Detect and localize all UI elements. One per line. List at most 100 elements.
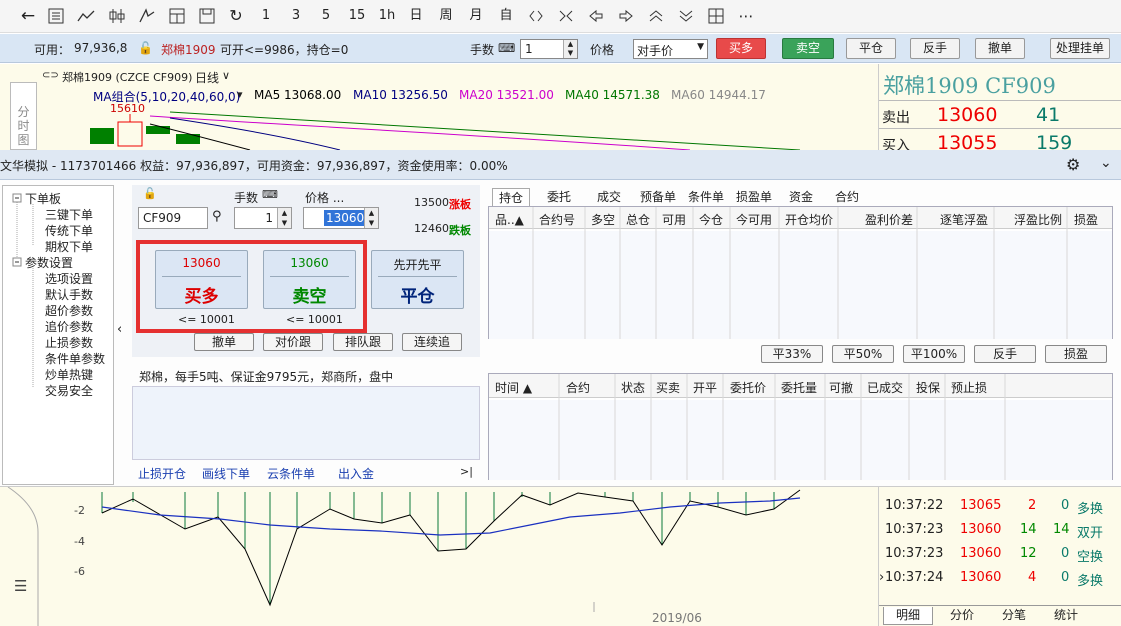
tab-trades[interactable]: 成交	[587, 188, 631, 206]
qty-stepper[interactable]: 1 ▲ ▼	[520, 39, 578, 59]
period-week[interactable]: 周	[436, 5, 456, 27]
qty-comment-icon[interactable]: ⌨	[262, 188, 278, 201]
collapse-left-icon[interactable]: ‹	[117, 322, 122, 337]
tree-over-price[interactable]: 超价参数	[45, 302, 93, 319]
indicator-chart[interactable]: -2 -4 -6 ☰ 2019/06	[0, 487, 880, 626]
qty-value: 1	[525, 42, 533, 56]
chevron-up-icon[interactable]	[646, 5, 666, 27]
tree-hotkeys[interactable]: 炒单热键	[45, 366, 93, 383]
tree-chase-price[interactable]: 追价参数	[45, 318, 93, 335]
candlestick-icon[interactable]	[106, 5, 128, 27]
close-button[interactable]: 平仓	[846, 38, 896, 59]
tab-detail[interactable]: 明细	[883, 607, 933, 625]
period-custom[interactable]: 自	[496, 5, 516, 27]
sell-short-button[interactable]: 卖空	[782, 38, 834, 59]
link-cloud-condition[interactable]: 云条件单	[267, 465, 315, 482]
draw-tool-icon[interactable]	[136, 5, 158, 27]
list-view-icon[interactable]	[46, 5, 66, 27]
tree-default-qty[interactable]: 默认手数	[45, 286, 93, 303]
arrow-left-icon[interactable]	[586, 5, 606, 27]
period-5[interactable]: 5	[316, 5, 336, 27]
tab-contracts[interactable]: 合约	[828, 188, 866, 206]
line-chart-icon[interactable]	[76, 5, 96, 27]
tree-stop-loss[interactable]: 止损参数	[45, 334, 93, 351]
collapse-icon[interactable]: ⌄	[1100, 155, 1112, 171]
kline-chart[interactable]: 分 时 图 ⊂⊃ 郑棉1909 (CZCE CF909) 日线 ∨ MA组合(5…	[0, 64, 880, 150]
comment-icon[interactable]: ⌨	[498, 41, 515, 55]
tab-orders[interactable]: 委托	[536, 188, 582, 206]
tab-price-dist[interactable]: 分价	[937, 607, 987, 625]
order-price-stepper[interactable]: 13060 ▲ ▼	[303, 207, 379, 229]
buy-long-big-button[interactable]: 13060 买多	[155, 250, 248, 309]
period-1h[interactable]: 1h	[376, 5, 398, 27]
more-icon[interactable]: ⋯	[734, 5, 758, 27]
tab-ticks[interactable]: 分笔	[989, 607, 1039, 625]
period-3[interactable]: 3	[286, 5, 306, 27]
search-icon[interactable]: ⚲	[212, 209, 222, 224]
close-big-button[interactable]: 先开先平 平仓	[371, 250, 464, 309]
lock-icon[interactable]: 🔓	[138, 41, 153, 55]
close-100-button[interactable]: 平100%	[903, 345, 965, 363]
close-33-button[interactable]: 平33%	[761, 345, 823, 363]
limit-down-label[interactable]: 跌板	[449, 222, 471, 238]
settings-gear-icon[interactable]: ⚙	[1066, 155, 1080, 174]
price-mode-select[interactable]: 对手价 ▼	[633, 39, 708, 59]
tab-positions[interactable]: 持仓	[492, 188, 530, 206]
period-month[interactable]: 月	[466, 5, 486, 27]
tree-conditional[interactable]: 条件单参数	[45, 350, 105, 367]
qty-stepper-arrows-icon[interactable]: ▲ ▼	[277, 208, 291, 228]
chevron-down-icon[interactable]	[676, 5, 696, 27]
symbol-input[interactable]: CF909	[138, 207, 208, 229]
limit-up-label[interactable]: 涨板	[449, 196, 471, 212]
continuous-chase-button[interactable]: 连续追	[402, 333, 462, 351]
tree-options[interactable]: 期权下单	[45, 238, 93, 255]
cancel-button[interactable]: 撤单	[975, 38, 1025, 59]
sell-short-big-button[interactable]: 13060 卖空	[263, 250, 356, 309]
menu-list-icon[interactable]: ☰	[14, 577, 27, 595]
chase-queue-button[interactable]: 排队跟	[333, 333, 393, 351]
tree-security[interactable]: 交易安全	[45, 382, 93, 399]
zoom-in-icon[interactable]	[526, 5, 546, 27]
order-cancel-button[interactable]: 撤单	[194, 333, 254, 351]
layout-icon[interactable]	[166, 5, 188, 27]
chase-counter-button[interactable]: 对价跟	[263, 333, 323, 351]
stop-profit-button[interactable]: 损盈	[1045, 345, 1107, 363]
link-stop-open[interactable]: 止损开仓	[138, 465, 186, 482]
tab-prepared[interactable]: 预备单	[636, 188, 680, 206]
reverse-position-button[interactable]: 反手	[974, 345, 1036, 363]
link-transfer[interactable]: 出入金	[338, 465, 374, 482]
order-price-label[interactable]: 价格 ...	[305, 189, 344, 206]
tab-stop-profit[interactable]: 损盈单	[732, 188, 776, 206]
tab-conditional[interactable]: 条件单	[684, 188, 728, 206]
handle-orders-button[interactable]: 处理挂单	[1050, 38, 1110, 59]
zoom-out-icon[interactable]	[556, 5, 576, 27]
back-arrow-icon[interactable]: ←	[18, 5, 38, 27]
price-stepper-arrows-icon[interactable]: ▲ ▼	[364, 208, 378, 228]
buy-long-button[interactable]: 买多	[716, 38, 766, 59]
tab-stats[interactable]: 统计	[1041, 607, 1091, 625]
ask-price: 13060	[937, 104, 998, 126]
grid-icon[interactable]	[706, 5, 726, 27]
expand-right-icon[interactable]: >|	[460, 465, 473, 478]
order-qty-stepper[interactable]: 1 ▲ ▼	[234, 207, 292, 229]
arrow-right-icon[interactable]	[616, 5, 636, 27]
stepper-arrows-icon[interactable]: ▲ ▼	[563, 40, 577, 58]
tree-order-board[interactable]: 下单板	[25, 190, 61, 207]
order-price-value[interactable]: 13060	[324, 210, 367, 226]
tree-params[interactable]: 参数设置	[25, 254, 73, 271]
tab-funds[interactable]: 资金	[782, 188, 820, 206]
period-1[interactable]: 1	[256, 5, 276, 27]
quote-title: 郑棉1909 CF909	[883, 74, 1056, 98]
period-day[interactable]: 日	[406, 5, 426, 27]
link-draw-order[interactable]: 画线下单	[202, 465, 250, 482]
save-icon[interactable]	[196, 5, 218, 27]
unlock-icon[interactable]: 🔓	[143, 187, 157, 200]
close-50-button[interactable]: 平50%	[832, 345, 894, 363]
refresh-icon[interactable]: ↻	[226, 5, 246, 27]
tree-traditional[interactable]: 传统下单	[45, 222, 93, 239]
tree-option-settings[interactable]: 选项设置	[45, 270, 93, 287]
period-15[interactable]: 15	[344, 5, 370, 27]
reverse-button[interactable]: 反手	[910, 38, 960, 59]
tree-three-key[interactable]: 三键下单	[45, 206, 93, 223]
tick-type-2: 双开	[1077, 526, 1104, 541]
